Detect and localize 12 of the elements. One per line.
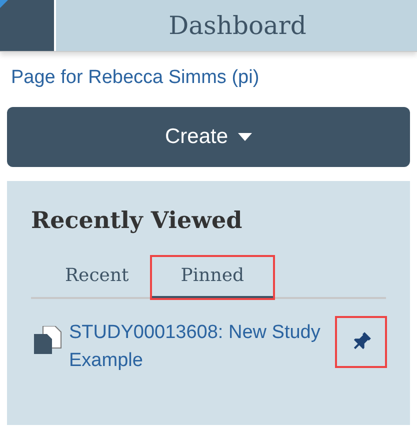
create-button[interactable]: Create [7, 106, 410, 166]
item-link[interactable]: STUDY00013608: New Study Example [69, 319, 324, 376]
panel-title: Recently Viewed [31, 206, 244, 234]
page-title: Dashboard [168, 10, 306, 42]
pin-button[interactable] [336, 317, 386, 368]
sidebar-toggle[interactable] [0, 0, 56, 51]
caret-icon [238, 132, 252, 140]
tab[interactable]: Recent [31, 256, 151, 300]
corner-icon [0, 0, 8, 8]
page-link[interactable]: Page for Rebecca Simms (pi) [11, 64, 260, 92]
document-icon [34, 326, 62, 354]
tab[interactable]: Pinned [150, 256, 274, 300]
